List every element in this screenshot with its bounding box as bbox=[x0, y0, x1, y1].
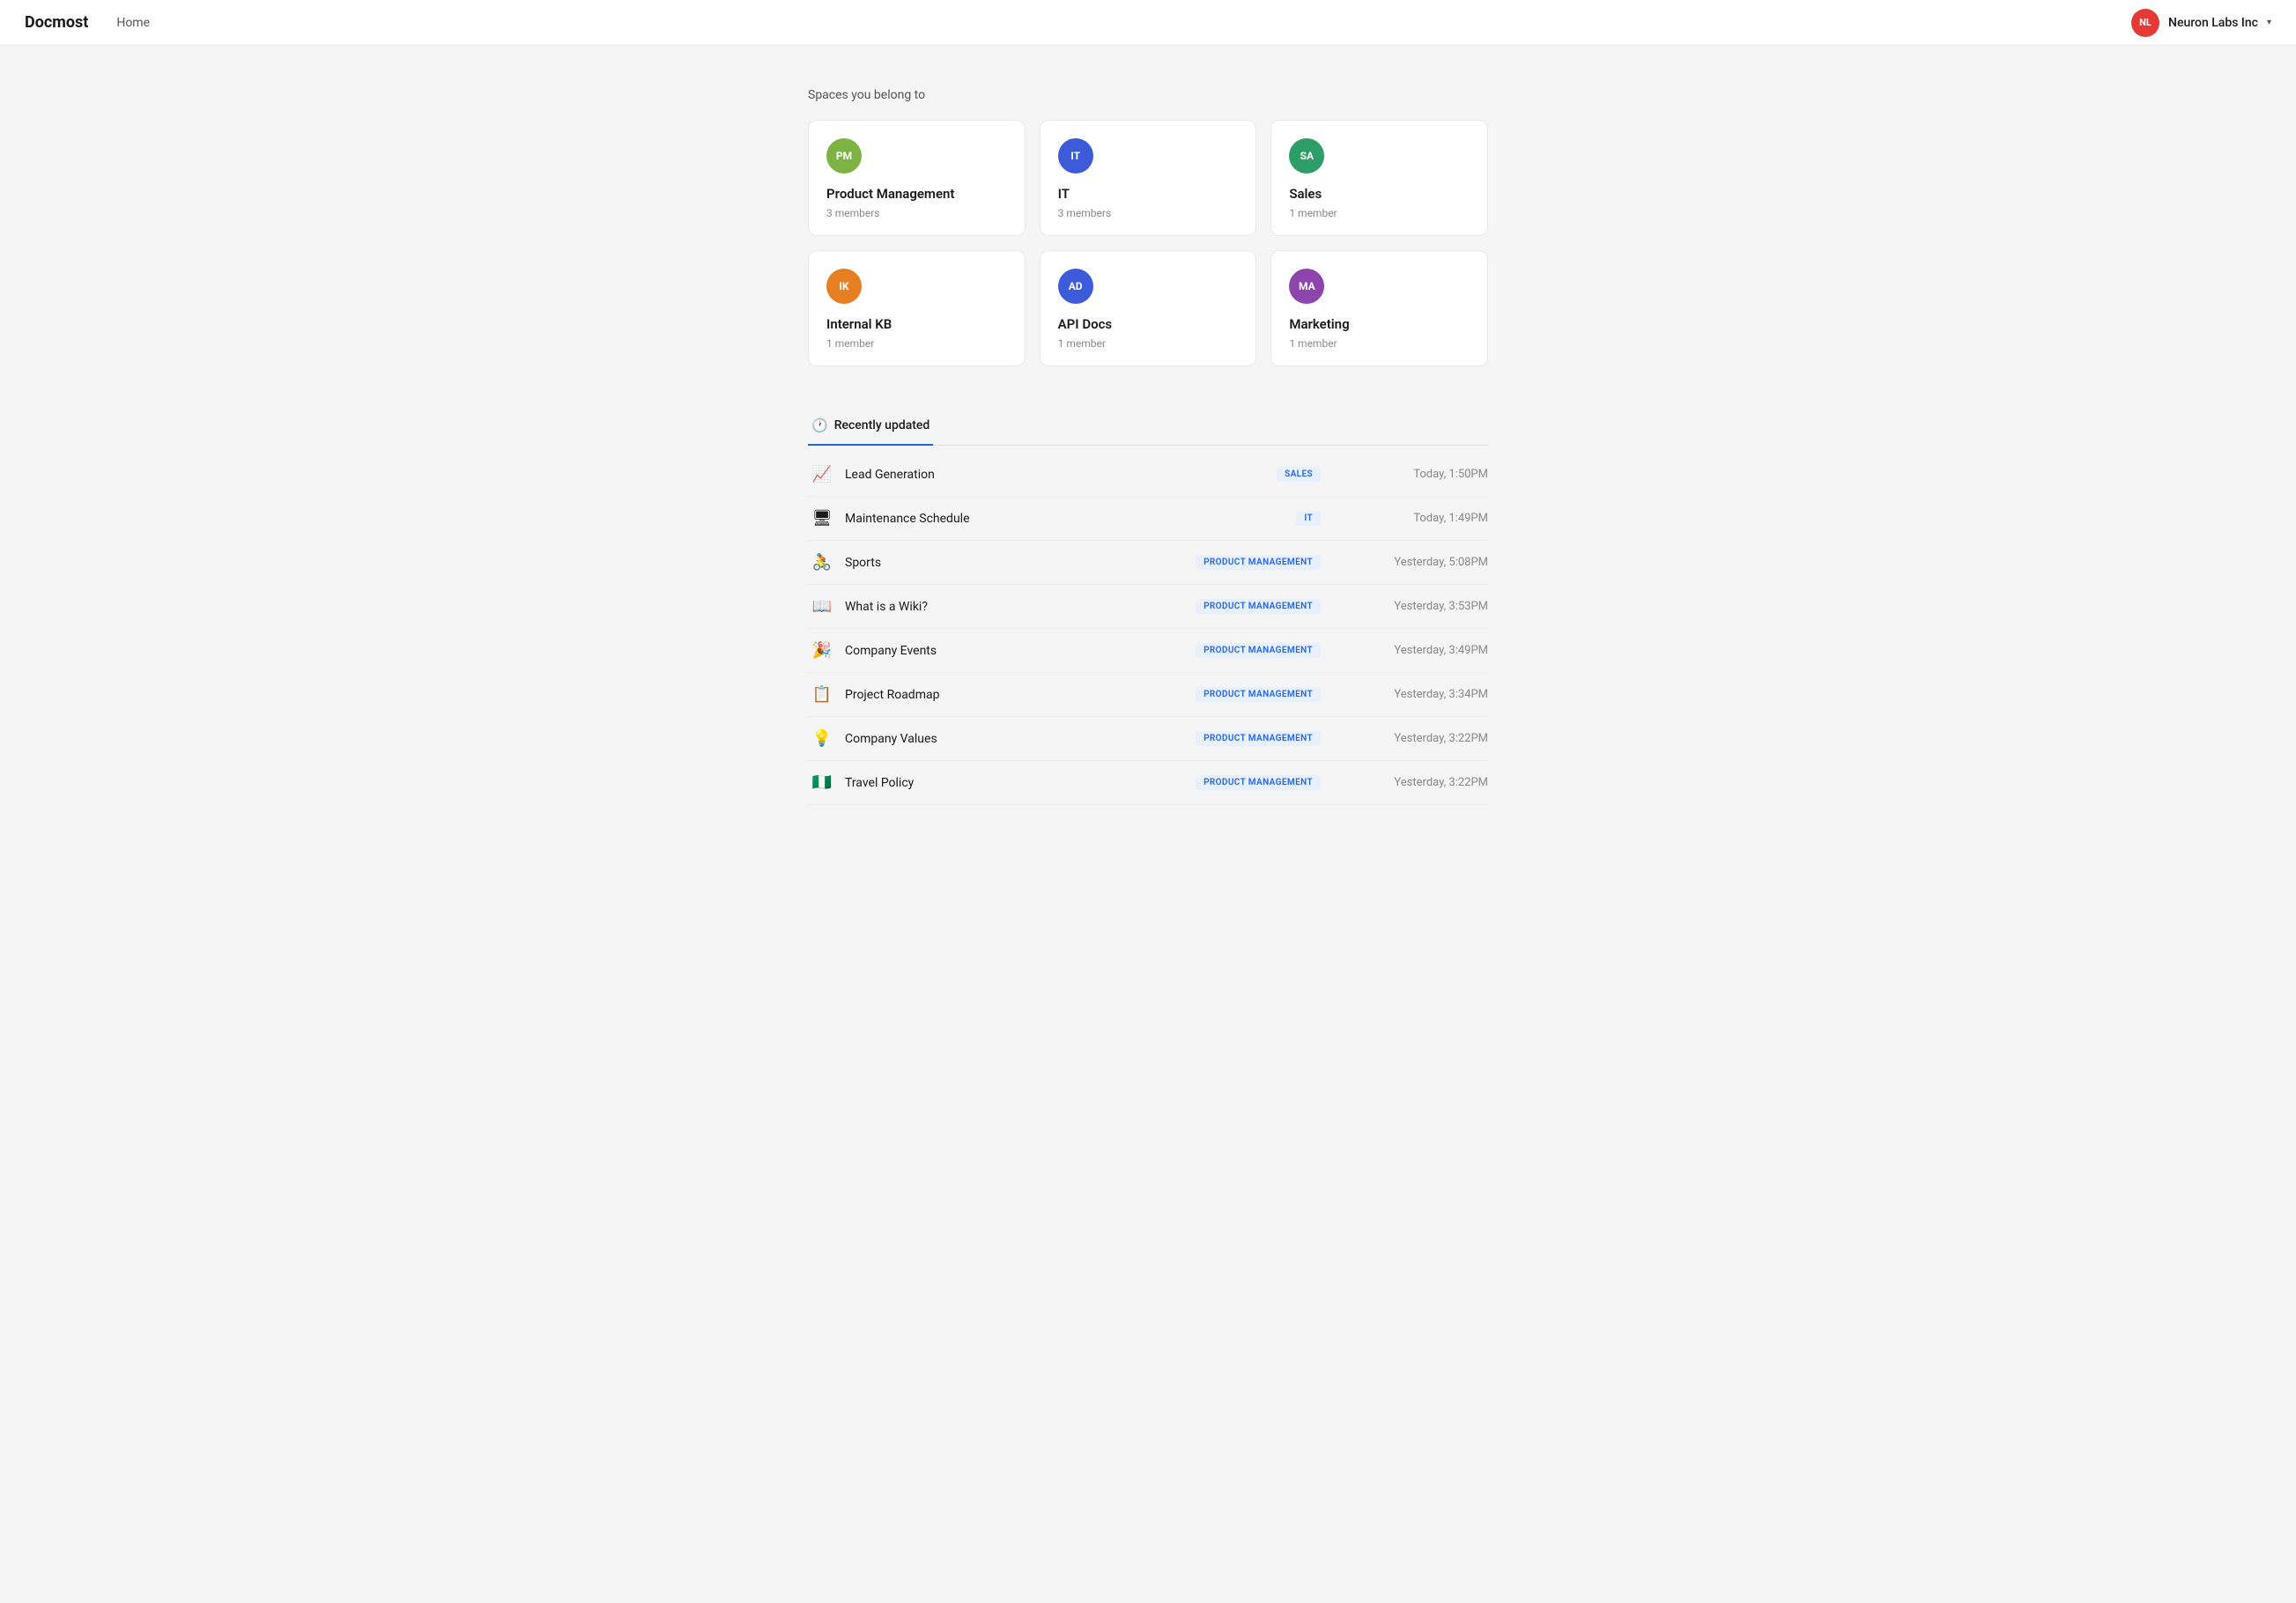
doc-row[interactable]: 🖥 Maintenance Schedule IT Today, 1:49PM bbox=[808, 497, 1488, 541]
chevron-down-icon: ▾ bbox=[2267, 18, 2271, 27]
nav-left: Docmost Home bbox=[25, 13, 150, 32]
doc-name: Travel Policy bbox=[845, 776, 1196, 790]
space-name: Marketing bbox=[1289, 316, 1470, 332]
space-name: Sales bbox=[1289, 186, 1470, 202]
space-card[interactable]: MA Marketing 1 member bbox=[1270, 250, 1488, 366]
documents-list: 📈 Lead Generation SALES Today, 1:50PM 🖥 … bbox=[808, 453, 1488, 805]
doc-row[interactable]: 📈 Lead Generation SALES Today, 1:50PM bbox=[808, 453, 1488, 497]
doc-time: Yesterday, 3:49PM bbox=[1374, 644, 1488, 657]
tab-label: Recently updated bbox=[834, 418, 930, 432]
clock-icon: 🕐 bbox=[811, 417, 828, 433]
doc-space-badge: PRODUCT MANAGEMENT bbox=[1196, 775, 1321, 790]
spaces-section-title: Spaces you belong to bbox=[808, 88, 1488, 102]
space-name: API Docs bbox=[1058, 316, 1239, 332]
doc-name: What is a Wiki? bbox=[845, 600, 1196, 614]
doc-emoji: 🇳🇬 bbox=[808, 773, 836, 792]
doc-time: Yesterday, 3:34PM bbox=[1374, 688, 1488, 701]
space-icon: SA bbox=[1289, 138, 1324, 174]
space-card[interactable]: PM Product Management 3 members bbox=[808, 120, 1026, 236]
space-card[interactable]: IT IT 3 members bbox=[1040, 120, 1257, 236]
doc-name: Maintenance Schedule bbox=[845, 512, 1296, 526]
doc-time: Today, 1:50PM bbox=[1374, 468, 1488, 481]
doc-name: Project Roadmap bbox=[845, 688, 1196, 702]
doc-row[interactable]: 🇳🇬 Travel Policy PRODUCT MANAGEMENT Yest… bbox=[808, 761, 1488, 805]
doc-emoji: 📖 bbox=[808, 597, 836, 616]
space-name: Product Management bbox=[826, 186, 1007, 202]
doc-emoji: 🖥 bbox=[808, 509, 836, 528]
main-content: Spaces you belong to PM Product Manageme… bbox=[787, 46, 1509, 875]
tabs-row: 🕐 Recently updated bbox=[808, 409, 1488, 446]
doc-time: Yesterday, 3:22PM bbox=[1374, 732, 1488, 745]
space-members: 3 members bbox=[826, 207, 1007, 219]
doc-time: Today, 1:49PM bbox=[1374, 512, 1488, 525]
top-nav: Docmost Home NL Neuron Labs Inc ▾ bbox=[0, 0, 2296, 46]
space-members: 1 member bbox=[1289, 207, 1470, 219]
doc-space-badge: PRODUCT MANAGEMENT bbox=[1196, 687, 1321, 702]
home-link[interactable]: Home bbox=[116, 16, 150, 30]
space-name: Internal KB bbox=[826, 316, 1007, 332]
doc-space-badge: PRODUCT MANAGEMENT bbox=[1196, 555, 1321, 570]
space-members: 1 member bbox=[1289, 337, 1470, 350]
user-menu[interactable]: NL Neuron Labs Inc ▾ bbox=[2131, 9, 2271, 37]
doc-row[interactable]: 💡 Company Values PRODUCT MANAGEMENT Yest… bbox=[808, 717, 1488, 761]
spaces-grid: PM Product Management 3 members IT IT 3 … bbox=[808, 120, 1488, 366]
doc-space-badge: PRODUCT MANAGEMENT bbox=[1196, 731, 1321, 746]
space-card[interactable]: IK Internal KB 1 member bbox=[808, 250, 1026, 366]
doc-row[interactable]: 📖 What is a Wiki? PRODUCT MANAGEMENT Yes… bbox=[808, 585, 1488, 629]
doc-emoji: 📈 bbox=[808, 465, 836, 484]
doc-name: Sports bbox=[845, 556, 1196, 570]
user-name: Neuron Labs Inc bbox=[2168, 16, 2258, 30]
app-title: Docmost bbox=[25, 13, 88, 32]
doc-name: Company Values bbox=[845, 732, 1196, 746]
recently-updated-tab[interactable]: 🕐 Recently updated bbox=[808, 409, 933, 446]
doc-time: Yesterday, 5:08PM bbox=[1374, 556, 1488, 569]
space-icon: MA bbox=[1289, 269, 1324, 304]
doc-row[interactable]: 📋 Project Roadmap PRODUCT MANAGEMENT Yes… bbox=[808, 673, 1488, 717]
space-card[interactable]: SA Sales 1 member bbox=[1270, 120, 1488, 236]
doc-row[interactable]: 🎉 Company Events PRODUCT MANAGEMENT Yest… bbox=[808, 629, 1488, 673]
user-avatar: NL bbox=[2131, 9, 2159, 37]
doc-emoji: 💡 bbox=[808, 729, 836, 748]
space-members: 1 member bbox=[826, 337, 1007, 350]
doc-time: Yesterday, 3:53PM bbox=[1374, 600, 1488, 613]
space-icon: IT bbox=[1058, 138, 1093, 174]
doc-space-badge: IT bbox=[1296, 511, 1321, 526]
space-name: IT bbox=[1058, 186, 1239, 202]
doc-time: Yesterday, 3:22PM bbox=[1374, 776, 1488, 789]
doc-emoji: 📋 bbox=[808, 685, 836, 704]
doc-emoji: 🎉 bbox=[808, 641, 836, 660]
doc-name: Company Events bbox=[845, 644, 1196, 658]
space-members: 3 members bbox=[1058, 207, 1239, 219]
doc-space-badge: PRODUCT MANAGEMENT bbox=[1196, 599, 1321, 614]
space-icon: IK bbox=[826, 269, 862, 304]
space-icon: PM bbox=[826, 138, 862, 174]
space-icon: AD bbox=[1058, 269, 1093, 304]
doc-name: Lead Generation bbox=[845, 468, 1277, 482]
space-members: 1 member bbox=[1058, 337, 1239, 350]
doc-emoji: 🚴 bbox=[808, 553, 836, 572]
doc-row[interactable]: 🚴 Sports PRODUCT MANAGEMENT Yesterday, 5… bbox=[808, 541, 1488, 585]
doc-space-badge: SALES bbox=[1277, 467, 1321, 482]
doc-space-badge: PRODUCT MANAGEMENT bbox=[1196, 643, 1321, 658]
space-card[interactable]: AD API Docs 1 member bbox=[1040, 250, 1257, 366]
